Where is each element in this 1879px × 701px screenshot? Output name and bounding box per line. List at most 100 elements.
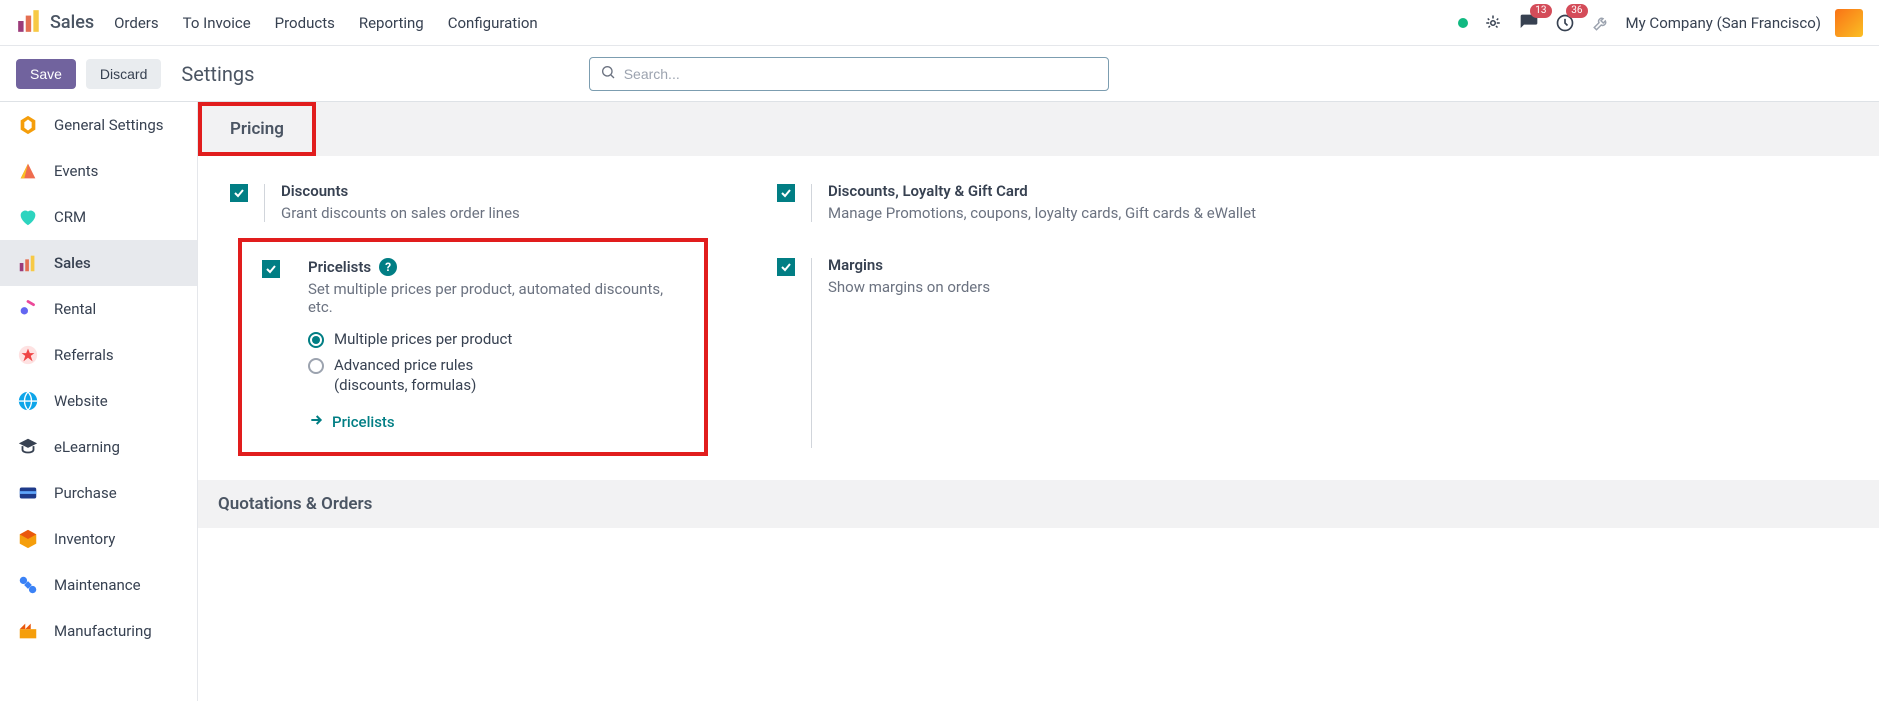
general-settings-icon — [16, 113, 40, 137]
activities-badge: 36 — [1566, 4, 1587, 18]
sidebar-item-maintenance[interactable]: Maintenance — [0, 562, 197, 608]
sidebar-item-events[interactable]: Events — [0, 148, 197, 194]
settings-content[interactable]: Pricing Discounts Grant discounts on sal… — [198, 102, 1879, 701]
tools-icon[interactable] — [1590, 12, 1612, 34]
setting-loyalty-desc: Manage Promotions, coupons, loyalty card… — [828, 204, 1300, 222]
radio-input-checked[interactable] — [308, 332, 324, 348]
checkbox-discounts[interactable] — [230, 184, 248, 202]
referrals-icon — [16, 343, 40, 367]
nav-to-invoice[interactable]: To Invoice — [183, 14, 251, 32]
sidebar-item-label: Rental — [54, 300, 96, 318]
setting-discounts-desc: Grant discounts on sales order lines — [281, 204, 753, 222]
pricelists-link[interactable]: Pricelists — [308, 412, 688, 432]
messages-icon[interactable]: 13 — [1518, 12, 1540, 34]
top-navbar: Sales Orders To Invoice Products Reporti… — [0, 0, 1879, 46]
navbar-right: 13 36 My Company (San Francisco) — [1458, 9, 1863, 37]
save-button[interactable]: Save — [16, 59, 76, 89]
setting-pricelists-title: Pricelists — [308, 258, 371, 276]
search-box[interactable] — [589, 57, 1109, 91]
sidebar-item-referrals[interactable]: Referrals — [0, 332, 197, 378]
sidebar-item-label: Inventory — [54, 530, 115, 548]
activities-icon[interactable]: 36 — [1554, 12, 1576, 34]
section-pricing-title: Pricing — [230, 119, 284, 139]
search-input[interactable] — [624, 66, 1098, 82]
nav-reporting[interactable]: Reporting — [359, 14, 424, 32]
inventory-icon — [16, 527, 40, 551]
sidebar-item-rental[interactable]: Rental — [0, 286, 197, 332]
sidebar-item-crm[interactable]: CRM — [0, 194, 197, 240]
sidebar-item-label: Purchase — [54, 484, 117, 502]
sidebar-item-manufacturing[interactable]: Manufacturing — [0, 608, 197, 654]
company-switcher[interactable]: My Company (San Francisco) — [1626, 14, 1821, 32]
presence-indicator-icon — [1458, 18, 1468, 28]
discard-button[interactable]: Discard — [86, 59, 161, 89]
nav-orders[interactable]: Orders — [114, 14, 159, 32]
setting-margins: Margins Show margins on orders — [765, 248, 1312, 456]
radio-advanced-rules[interactable]: Advanced price rules — [308, 356, 688, 374]
events-icon — [16, 159, 40, 183]
setting-discounts: Discounts Grant discounts on sales order… — [218, 174, 765, 230]
sidebar-item-label: Maintenance — [54, 576, 141, 594]
section-pricing-title-box: Pricing — [198, 102, 316, 156]
section-quotations-title: Quotations & Orders — [218, 494, 372, 514]
search-wrap — [264, 57, 1433, 91]
sidebar-item-label: Sales — [54, 254, 91, 272]
settings-sidebar[interactable]: General Settings Events CRM Sales Rental — [0, 102, 198, 701]
setting-pricelists-desc: Set multiple prices per product, automat… — [308, 280, 688, 316]
divider-icon — [811, 184, 812, 222]
sidebar-item-label: eLearning — [54, 438, 120, 456]
page-title: Settings — [181, 62, 254, 86]
nav-products[interactable]: Products — [275, 14, 335, 32]
sidebar-item-label: Website — [54, 392, 108, 410]
body: General Settings Events CRM Sales Rental — [0, 102, 1879, 701]
help-icon[interactable]: ? — [379, 258, 397, 276]
checkbox-loyalty[interactable] — [777, 184, 795, 202]
brand[interactable]: Sales — [16, 8, 94, 38]
manufacturing-icon — [16, 619, 40, 643]
sidebar-item-elearning[interactable]: eLearning — [0, 424, 197, 470]
radio-input[interactable] — [308, 358, 324, 374]
brand-name: Sales — [50, 12, 94, 33]
website-icon — [16, 389, 40, 413]
sidebar-item-website[interactable]: Website — [0, 378, 197, 424]
purchase-icon — [16, 481, 40, 505]
divider-icon — [264, 184, 265, 222]
radio-multiple-prices[interactable]: Multiple prices per product — [308, 330, 688, 348]
sidebar-item-label: Referrals — [54, 346, 114, 364]
elearning-icon — [16, 435, 40, 459]
messages-badge: 13 — [1530, 4, 1551, 18]
pricelists-link-label: Pricelists — [332, 413, 395, 431]
divider-icon — [811, 258, 812, 448]
nav-menu: Orders To Invoice Products Reporting Con… — [114, 14, 538, 32]
user-avatar[interactable] — [1835, 9, 1863, 37]
radio-advanced-rules-sub: (discounts, formulas) — [334, 376, 688, 394]
radio-advanced-rules-label: Advanced price rules — [334, 356, 473, 374]
control-panel: Save Discard Settings — [0, 46, 1879, 102]
sidebar-item-sales[interactable]: Sales — [0, 240, 197, 286]
pricelists-radio-group: Multiple prices per product Advanced pri… — [308, 330, 688, 394]
setting-discounts-title: Discounts — [281, 182, 753, 200]
crm-icon — [16, 205, 40, 229]
setting-margins-desc: Show margins on orders — [828, 278, 1300, 296]
section-quotations-title-box: Quotations & Orders — [198, 480, 1879, 528]
setting-margins-title: Margins — [828, 256, 1300, 274]
sidebar-item-label: Events — [54, 162, 98, 180]
sidebar-item-inventory[interactable]: Inventory — [0, 516, 197, 562]
setting-pricelists-box: Pricelists ? Set multiple prices per pro… — [238, 238, 708, 456]
checkbox-margins[interactable] — [777, 258, 795, 276]
sales-icon — [16, 251, 40, 275]
arrow-right-icon — [308, 412, 324, 432]
sidebar-item-general[interactable]: General Settings — [0, 102, 197, 148]
sidebar-item-label: CRM — [54, 208, 86, 226]
setting-loyalty-title: Discounts, Loyalty & Gift Card — [828, 182, 1300, 200]
checkbox-pricelists[interactable] — [262, 260, 280, 278]
sales-app-icon — [16, 8, 42, 38]
nav-configuration[interactable]: Configuration — [448, 14, 538, 32]
sidebar-item-label: General Settings — [54, 116, 164, 134]
search-icon — [600, 64, 616, 84]
radio-multiple-prices-label: Multiple prices per product — [334, 330, 512, 348]
sidebar-item-purchase[interactable]: Purchase — [0, 470, 197, 516]
setting-loyalty: Discounts, Loyalty & Gift Card Manage Pr… — [765, 174, 1312, 230]
rental-icon — [16, 297, 40, 321]
debug-icon[interactable] — [1482, 12, 1504, 34]
